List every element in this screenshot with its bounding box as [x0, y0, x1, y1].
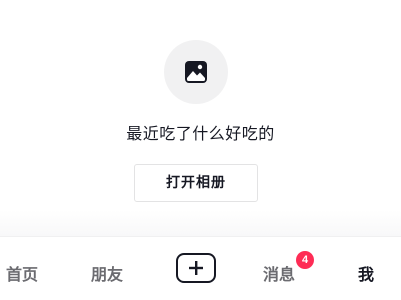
- app-screen: 最近吃了什么好吃的 打开相册 首页 朋友 消息 4 我: [0, 0, 401, 300]
- image-icon-circle: [164, 40, 228, 104]
- open-album-button[interactable]: 打开相册: [134, 164, 258, 202]
- bottom-tabbar: 首页 朋友 消息 4 我: [0, 236, 401, 300]
- prompt-text: 最近吃了什么好吃的: [126, 124, 275, 143]
- empty-state: 最近吃了什么好吃的 打开相册: [0, 0, 401, 225]
- tab-home[interactable]: 首页: [6, 261, 38, 285]
- create-button[interactable]: [176, 253, 216, 283]
- tab-friends[interactable]: 朋友: [91, 261, 123, 285]
- plus-icon: [189, 261, 203, 275]
- tab-messages[interactable]: 消息: [263, 261, 295, 285]
- messages-badge: 4: [296, 251, 314, 269]
- bottom-shade: [0, 210, 401, 236]
- image-icon: [185, 61, 207, 83]
- tab-me[interactable]: 我: [358, 261, 374, 285]
